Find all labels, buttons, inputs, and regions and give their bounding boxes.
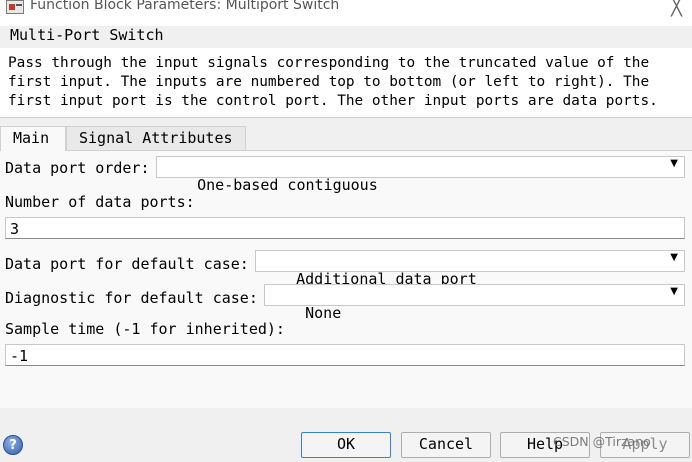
default-case-port-select[interactable]: Additional data port ▼ xyxy=(255,250,685,288)
data-port-order-label: Data port order: xyxy=(5,159,150,177)
data-port-order-value: One-based contiguous xyxy=(197,176,378,194)
block-description: Pass through the input signals correspon… xyxy=(0,48,692,118)
sample-time-label: Sample time (-1 for inherited): xyxy=(5,320,285,338)
watermark: CSDN @Tirzano xyxy=(553,434,651,449)
description-line: first input port is the control port. Th… xyxy=(8,93,658,109)
sample-time-field[interactable]: -1 xyxy=(5,344,685,366)
num-data-ports-field[interactable]: 3 xyxy=(5,217,685,239)
main-tab-panel: Data port order: One-based contiguous ▼ … xyxy=(0,150,692,408)
chevron-down-icon: ▼ xyxy=(670,158,678,169)
description-line: Pass through the input signals correspon… xyxy=(8,55,650,71)
simulink-block-icon xyxy=(6,0,24,14)
tab-strip: Main Signal Attributes xyxy=(0,126,692,151)
help-icon[interactable]: ? xyxy=(3,435,23,455)
ok-button[interactable]: OK xyxy=(301,432,391,458)
num-data-ports-label: Number of data ports: xyxy=(5,193,195,211)
window-title: Function Block Parameters: Multiport Swi… xyxy=(30,0,340,13)
tab-main[interactable]: Main xyxy=(0,126,66,151)
tab-signal-attributes[interactable]: Signal Attributes xyxy=(66,126,246,151)
chevron-down-icon: ▼ xyxy=(670,286,678,297)
description-line: first input. The inputs are numbered top… xyxy=(8,74,650,90)
default-case-port-label: Data port for default case: xyxy=(5,255,249,273)
diagnostic-default-case-value: None xyxy=(305,304,342,322)
cancel-button[interactable]: Cancel xyxy=(401,432,491,458)
diagnostic-default-case-select[interactable]: None ▼ xyxy=(264,284,685,322)
diagnostic-default-case-label: Diagnostic for default case: xyxy=(5,289,258,307)
title-bar: Function Block Parameters: Multiport Swi… xyxy=(0,0,692,26)
chevron-down-icon: ▼ xyxy=(670,252,678,263)
data-port-order-select[interactable]: One-based contiguous ▼ xyxy=(156,156,685,194)
close-icon[interactable]: ╳ xyxy=(671,0,682,17)
block-type-heading: Multi-Port Switch xyxy=(10,26,164,44)
